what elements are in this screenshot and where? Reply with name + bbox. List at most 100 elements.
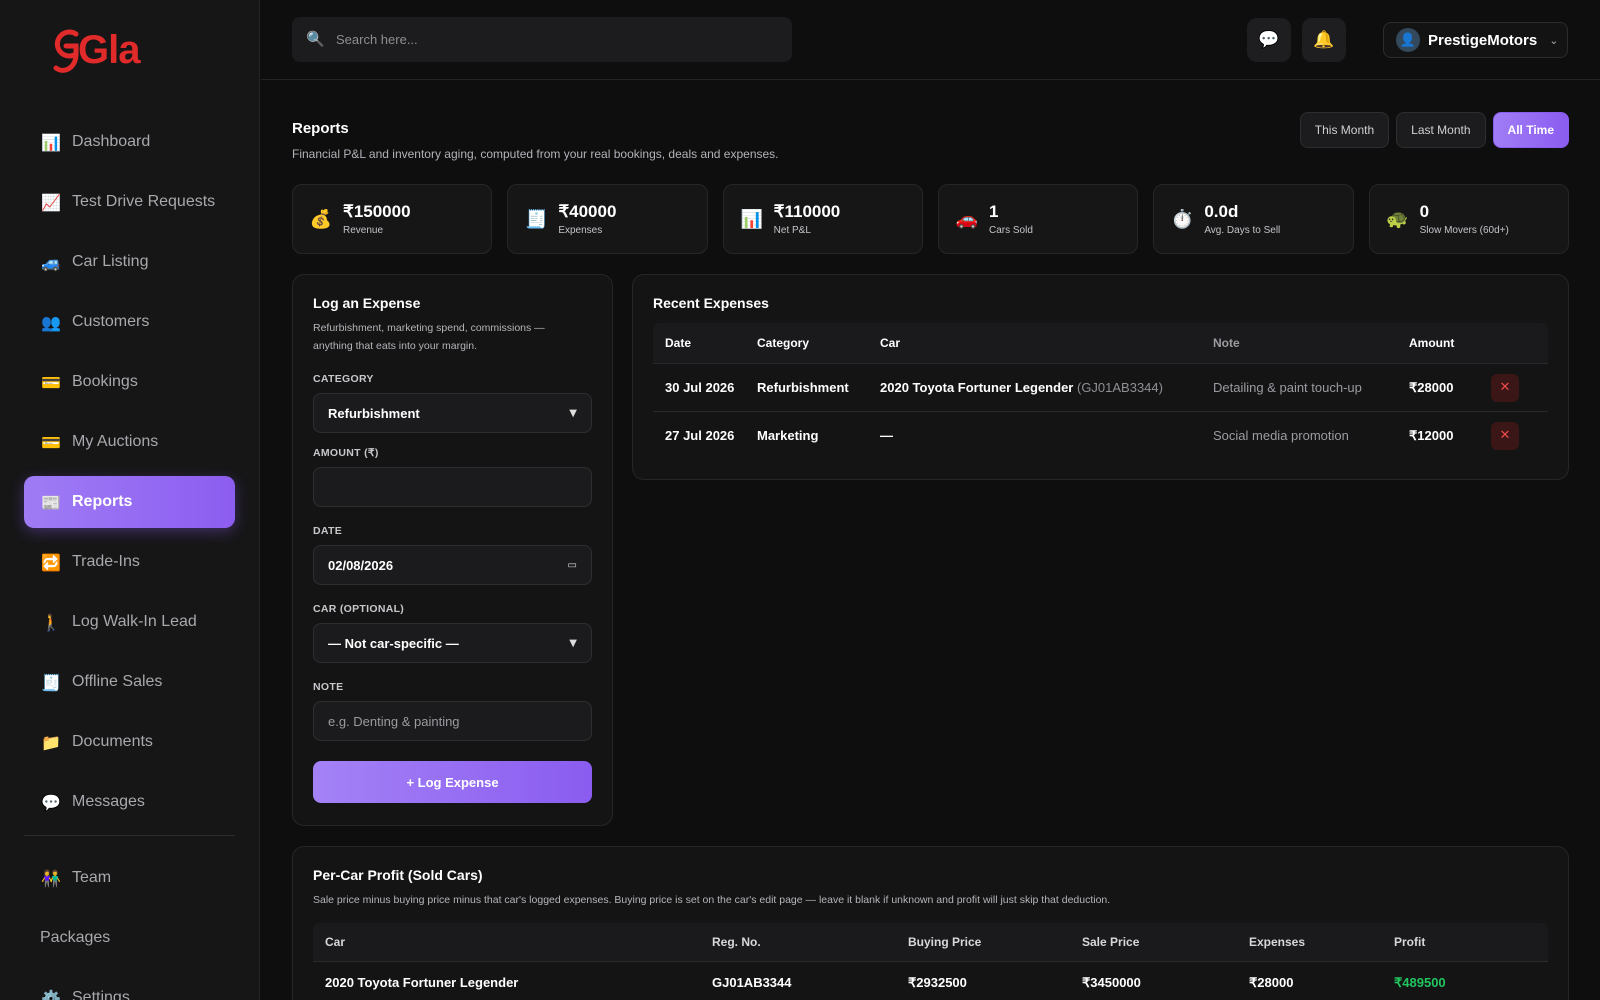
date-range-selector: This Month Last Month All Time	[1299, 112, 1569, 148]
stat-label: Expenses	[558, 225, 603, 236]
amount-input[interactable]	[313, 467, 592, 507]
profit-buying-price: ₹2932500	[908, 974, 967, 990]
expense-car: —	[880, 428, 1213, 443]
search-input[interactable]	[336, 32, 776, 47]
car-icon: 🚙	[41, 252, 61, 272]
sidebar-item-label: Customers	[72, 313, 150, 330]
expense-amount: ₹12000	[1409, 427, 1454, 443]
sidebar-item-customers[interactable]: 👥 Customers	[24, 296, 235, 348]
log-expense-card: Log an Expense Refurbishment, marketing …	[292, 274, 613, 826]
note-label: NOTE	[313, 681, 344, 693]
log-expense-button[interactable]: + Log Expense	[313, 761, 592, 803]
expense-date: 30 Jul 2026	[665, 380, 735, 395]
column-header: Buying Price	[908, 935, 982, 949]
sidebar-item-bookings[interactable]: 💳 Bookings	[24, 356, 235, 408]
sidebar-item-test-drive-requests[interactable]: 📈 Test Drive Requests	[24, 176, 235, 228]
user-name: PrestigeMotors	[1428, 31, 1538, 49]
sidebar-item-documents[interactable]: 📁 Documents	[24, 716, 235, 768]
search-icon: 🔍	[306, 29, 325, 48]
avatar: 👤	[1396, 28, 1420, 52]
stat-value: ₹40000	[558, 202, 617, 221]
sidebar-item-packages[interactable]: Packages	[24, 912, 235, 964]
sidebar-item-label: Log Walk-In Lead	[72, 613, 197, 630]
line-chart-icon: 📈	[41, 192, 61, 212]
per-car-profit-card: Per-Car Profit (Sold Cars) Sale price mi…	[292, 846, 1569, 1000]
profit-expenses: ₹28000	[1249, 974, 1294, 990]
sidebar-item-label: Car Listing	[72, 253, 149, 270]
stat-label: Avg. Days to Sell	[1204, 225, 1281, 236]
sidebar-item-car-listing[interactable]: 🚙 Car Listing	[24, 236, 235, 288]
stat-card-net-pl: 📊 ₹110000 Net P&L	[722, 184, 923, 254]
sidebar-item-log-walk-in-lead[interactable]: 🚶 Log Walk-In Lead	[24, 596, 235, 648]
sidebar-item-label: Offline Sales	[72, 673, 163, 690]
range-last-month-button[interactable]: Last Month	[1396, 112, 1486, 148]
walking-person-icon: 🚶	[41, 612, 61, 632]
column-header: Note	[1213, 336, 1240, 350]
date-label: DATE	[313, 525, 343, 537]
sidebar-item-reports[interactable]: 📰 Reports	[24, 476, 235, 528]
recent-expenses-card: Recent Expenses Date Category Car Note A…	[632, 274, 1569, 480]
messages-button[interactable]: 💬	[1247, 18, 1291, 62]
calendar-icon[interactable]: ▭	[568, 560, 577, 571]
profit-reg: GJ01AB3344	[712, 975, 792, 990]
logo-mark-icon	[53, 29, 79, 73]
brand-logo[interactable]: Gla	[50, 22, 150, 82]
money-bag-icon: 💰	[309, 208, 333, 230]
stat-label: Cars Sold	[988, 225, 1033, 236]
stat-value: 1	[988, 202, 999, 221]
stat-value: 0.0d	[1204, 202, 1239, 221]
credit-card-icon: 💳	[41, 372, 61, 392]
note-input[interactable]: e.g. Denting & painting	[313, 701, 592, 741]
stat-label: Revenue	[343, 225, 384, 236]
notifications-button[interactable]: 🔔	[1302, 18, 1346, 62]
column-header: Amount	[1409, 336, 1455, 350]
sidebar-item-label: Test Drive Requests	[72, 193, 216, 210]
category-selected-value: Refurbishment	[328, 405, 420, 421]
sidebar-item-offline-sales[interactable]: 🧾 Offline Sales	[24, 656, 235, 708]
receipt-icon: 🧾	[41, 672, 61, 692]
turtle-icon: 🐢	[1386, 208, 1409, 230]
card-subtitle: Sale price minus buying price minus that…	[313, 894, 1111, 906]
stat-label: Slow Movers (60d+)	[1419, 225, 1509, 236]
sidebar: Gla 📊 Dashboard 📈 Test Drive Requests 🚙 …	[0, 0, 260, 1000]
delete-expense-button[interactable]: ✕	[1491, 421, 1519, 450]
stat-card-slow-movers: 🐢 0 Slow Movers (60d+)	[1368, 184, 1569, 254]
receipt-icon: 🧾	[525, 208, 548, 230]
sidebar-item-messages[interactable]: 💬 Messages	[24, 776, 235, 828]
date-input[interactable]: 02/08/2026 ▭	[313, 545, 592, 585]
card-title: Recent Expenses	[653, 295, 769, 311]
sidebar-item-my-auctions[interactable]: 💳 My Auctions	[24, 416, 235, 468]
card-title: Log an Expense	[313, 295, 421, 311]
page-subtitle: Financial P&L and inventory aging, compu…	[292, 147, 779, 161]
sidebar-item-trade-ins[interactable]: 🔁 Trade-Ins	[24, 536, 235, 588]
sidebar-item-label: Team	[72, 869, 112, 886]
credit-card-icon: 💳	[41, 432, 61, 452]
sidebar-item-settings[interactable]: ⚙️ Settings	[24, 972, 235, 1000]
search-bar: 🔍	[292, 17, 792, 62]
table-header: Date Category Car Note Amount	[653, 323, 1548, 363]
bar-chart-icon: 📊	[740, 208, 763, 230]
user-menu[interactable]: 👤 PrestigeMotors ⌄	[1383, 22, 1568, 58]
chevron-down-icon: ▼	[569, 407, 577, 419]
column-header: Category	[757, 336, 810, 350]
newspaper-icon: 📰	[41, 492, 61, 512]
stat-value: ₹110000	[773, 202, 841, 221]
folder-icon: 📁	[41, 732, 61, 752]
top-header: 🔍 💬 🔔 👤 PrestigeMotors ⌄	[261, 0, 1600, 80]
range-all-time-button[interactable]: All Time	[1492, 112, 1569, 148]
sidebar-item-team[interactable]: 👫 Team	[24, 852, 235, 904]
car-label: CAR (OPTIONAL)	[313, 603, 405, 615]
car-reg: (GJ01AB3344)	[1076, 380, 1163, 395]
range-this-month-button[interactable]: This Month	[1299, 112, 1390, 148]
sidebar-item-dashboard[interactable]: 📊 Dashboard	[24, 116, 235, 168]
stat-value: 0	[1419, 202, 1430, 221]
chevron-down-icon: ⌄	[1549, 33, 1559, 47]
close-icon: ✕	[1499, 380, 1511, 395]
main-content: Reports Financial P&L and inventory agin…	[261, 80, 1600, 1000]
table-row: 30 Jul 2026 Refurbishment 2020 Toyota Fo…	[653, 363, 1548, 411]
sidebar-item-label: Trade-Ins	[72, 553, 140, 570]
car-select[interactable]: — Not car-specific — ▼	[313, 623, 592, 663]
delete-expense-button[interactable]: ✕	[1491, 373, 1519, 402]
stat-card-cars-sold: 🚗 1 Cars Sold	[937, 184, 1139, 254]
category-select[interactable]: Refurbishment ▼	[313, 393, 592, 433]
